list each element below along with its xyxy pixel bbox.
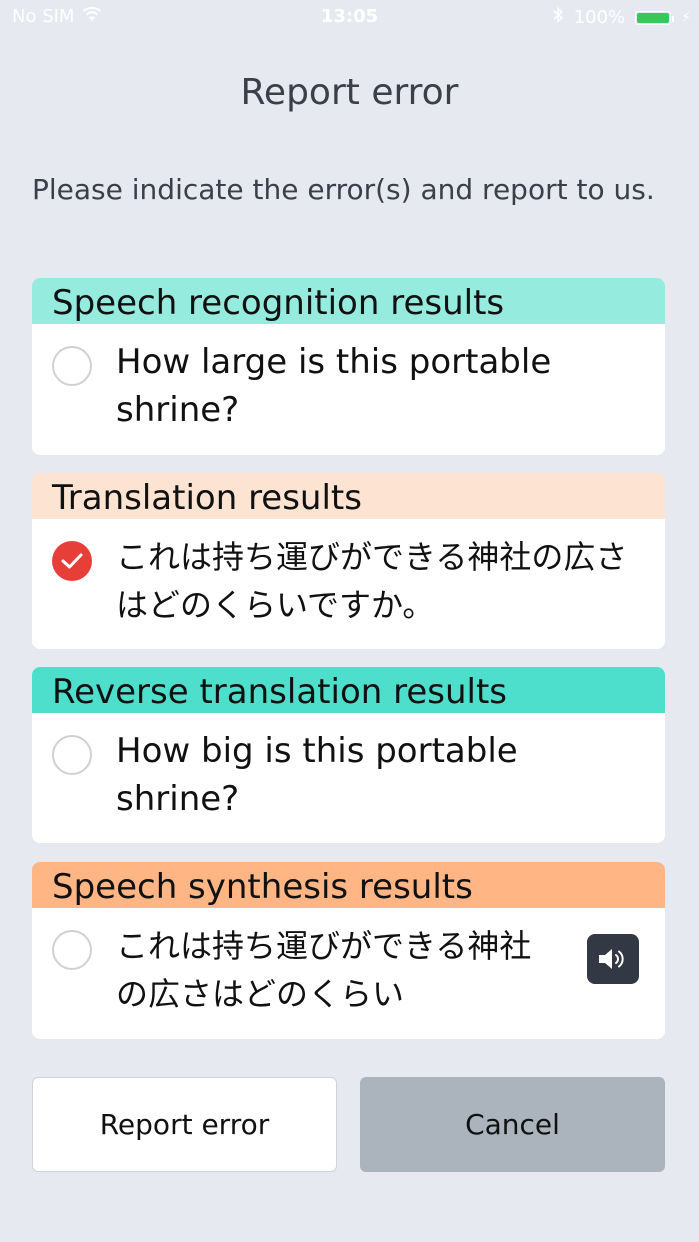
status-right: 100% ⚡ [552,6,691,29]
speech-recognition-text: How large is this portable shrine? [116,342,552,430]
speech-synthesis-card[interactable]: Speech synthesis results これは持ち運びができる神社の広… [32,862,665,1039]
speech-synthesis-radio[interactable] [52,930,92,970]
speaker-icon [599,949,624,969]
checkmark-icon [61,553,83,569]
battery-percent: 100% [573,7,626,28]
reverse-translation-card[interactable]: Reverse translation results How big is t… [32,667,665,843]
reverse-translation-header: Reverse translation results [32,667,665,713]
reverse-translation-text: How big is this portable shrine? [116,731,518,819]
charging-icon: ⚡ [681,9,691,26]
translation-body[interactable]: これは持ち運びができる神社の広さはどのくらいですか。 [32,519,665,629]
translation-card[interactable]: Translation results これは持ち運びができる神社の広さはどのく… [32,473,665,649]
page-title: Report error [240,72,459,113]
reverse-translation-body[interactable]: How big is this portable shrine? [32,713,665,823]
translation-radio-checked[interactable] [52,541,92,581]
speech-recognition-card[interactable]: Speech recognition results How large is … [32,278,665,455]
speech-recognition-radio[interactable] [52,346,92,386]
speech-synthesis-text: これは持ち運びができる神社の広さはどのくらい [116,927,532,1013]
speech-recognition-body[interactable]: How large is this portable shrine? [32,324,665,434]
status-bar: No SIM 13:05 100% ⚡ [0,0,699,36]
reverse-translation-radio[interactable] [52,735,92,775]
instruction-text: Please indicate the error(s) and report … [32,173,655,206]
battery-icon [635,10,675,25]
bluetooth-icon [552,6,564,29]
translation-text: これは持ち運びができる神社の広さはどのくらいですか。 [116,538,628,624]
battery-fill [637,12,670,23]
speech-synthesis-header: Speech synthesis results [32,862,665,908]
speech-recognition-header: Speech recognition results [32,278,665,324]
report-error-button[interactable]: Report error [32,1077,337,1172]
play-audio-button[interactable] [587,934,639,984]
translation-header: Translation results [32,473,665,519]
speech-synthesis-body[interactable]: これは持ち運びができる神社の広さはどのくらい [32,908,665,1018]
cancel-button[interactable]: Cancel [360,1077,665,1172]
